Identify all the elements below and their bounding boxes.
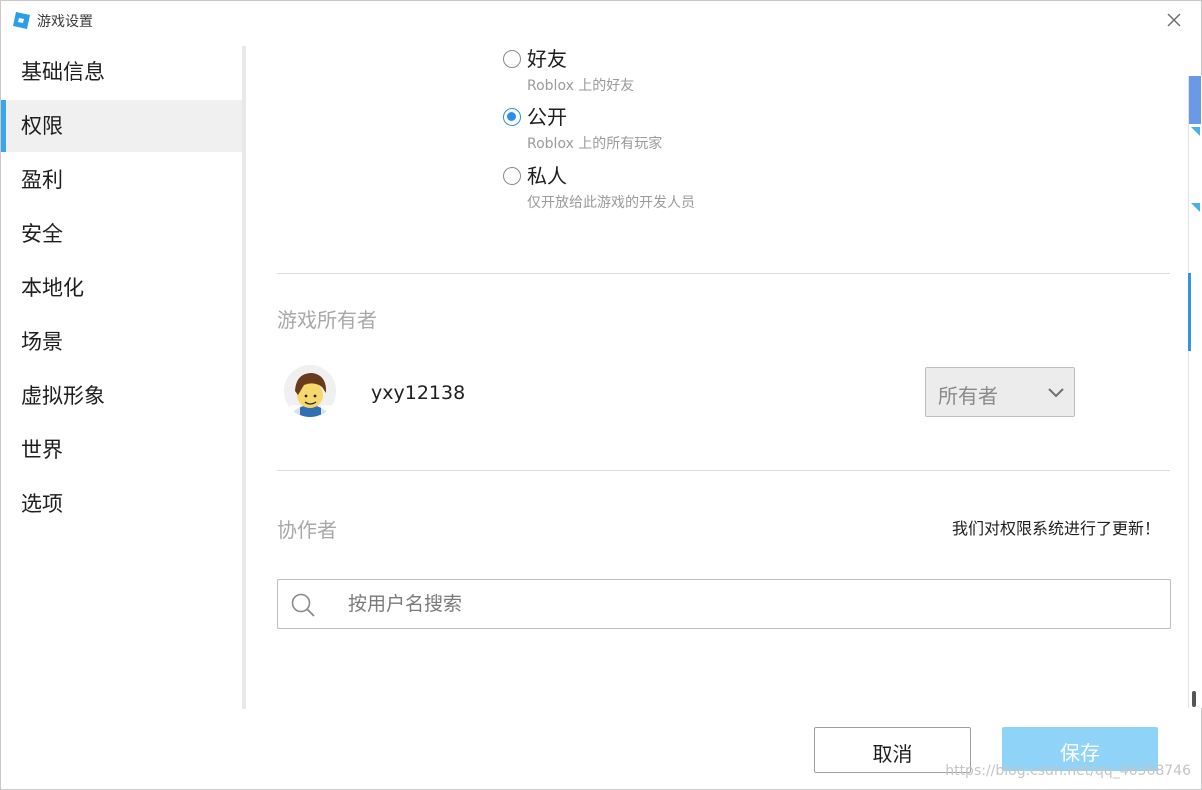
sidebar-item-label: 场景 — [21, 330, 63, 354]
watermark-text: https://blog.csdn.net/qq_46368746 — [945, 763, 1191, 779]
game-settings-window: 游戏设置 基础信息 权限 盈利 安全 本地化 场景 虚拟形象 世界 选项 好友 … — [0, 0, 1202, 790]
sidebar-item-label: 盈利 — [21, 168, 63, 192]
sidebar-item-permissions[interactable]: 权限 — [1, 100, 242, 152]
access-option-description: Roblox 上的所有玩家 — [527, 136, 663, 152]
section-divider — [277, 470, 1170, 471]
collaborators-section-title: 协作者 — [277, 518, 337, 542]
owner-role-dropdown[interactable]: 所有者 — [925, 367, 1075, 417]
sidebar-item-monetization[interactable]: 盈利 — [1, 154, 242, 206]
section-divider — [277, 273, 1170, 274]
access-option-description: 仅开放给此游戏的开发人员 — [527, 195, 695, 211]
scroll-position-indicator — [1188, 273, 1191, 351]
sidebar-item-label: 安全 — [21, 222, 63, 246]
scrollbar[interactable] — [1188, 76, 1202, 708]
sidebar-item-label: 本地化 — [21, 276, 84, 300]
sidebar-item-label: 权限 — [21, 114, 63, 138]
access-option-label: 私人 — [527, 164, 567, 188]
save-button-label: 保存 — [1060, 741, 1100, 765]
owner-section-title: 游戏所有者 — [277, 308, 377, 332]
avatar — [284, 365, 336, 417]
access-option-label: 公开 — [527, 105, 567, 129]
title-bar: 游戏设置 — [1, 1, 1201, 41]
sidebar-item-places[interactable]: 场景 — [1, 316, 242, 368]
owner-role-value: 所有者 — [938, 384, 998, 408]
collaborator-search-box[interactable] — [277, 579, 1171, 629]
radio-button-friends[interactable] — [503, 50, 521, 68]
sidebar-item-label: 选项 — [21, 492, 63, 516]
search-icon — [291, 593, 315, 617]
chevron-down-icon — [1048, 388, 1064, 398]
close-icon[interactable] — [1163, 9, 1185, 31]
radio-button-private[interactable] — [503, 167, 521, 185]
sidebar-item-label: 世界 — [21, 438, 63, 462]
scrollbar-thumb[interactable] — [1189, 76, 1201, 124]
permissions-panel: 好友 Roblox 上的好友 公开 Roblox 上的所有玩家 私人 仅开放给此… — [246, 41, 1188, 709]
collaborator-search-input[interactable] — [346, 588, 1150, 620]
access-option-label: 好友 — [527, 47, 567, 71]
access-option-description: Roblox 上的好友 — [527, 78, 635, 94]
sidebar-item-avatar[interactable]: 虚拟形象 — [1, 370, 242, 422]
sidebar-item-security[interactable]: 安全 — [1, 208, 242, 260]
scroll-marker — [1191, 203, 1200, 212]
owner-username: yxy12138 — [371, 382, 466, 404]
sidebar-item-world[interactable]: 世界 — [1, 424, 242, 476]
sidebar-item-localization[interactable]: 本地化 — [1, 262, 242, 314]
settings-sidebar: 基础信息 权限 盈利 安全 本地化 场景 虚拟形象 世界 选项 — [1, 46, 242, 709]
window-title: 游戏设置 — [37, 14, 93, 30]
scrollbar-handle[interactable] — [1192, 691, 1196, 707]
scroll-marker — [1191, 127, 1200, 136]
sidebar-item-label: 基础信息 — [21, 60, 105, 84]
radio-button-public[interactable] — [503, 108, 521, 126]
dialog-footer: 取消 保存 https://blog.csdn.net/qq_46368746 — [1, 709, 1201, 789]
sidebar-item-basic-info[interactable]: 基础信息 — [1, 46, 242, 98]
roblox-studio-icon — [13, 12, 30, 29]
sidebar-item-label: 虚拟形象 — [21, 384, 105, 408]
avatar-image — [284, 365, 336, 417]
permissions-update-notice: 我们对权限系统进行了更新！ — [951, 519, 1160, 538]
sidebar-item-options[interactable]: 选项 — [1, 478, 242, 530]
